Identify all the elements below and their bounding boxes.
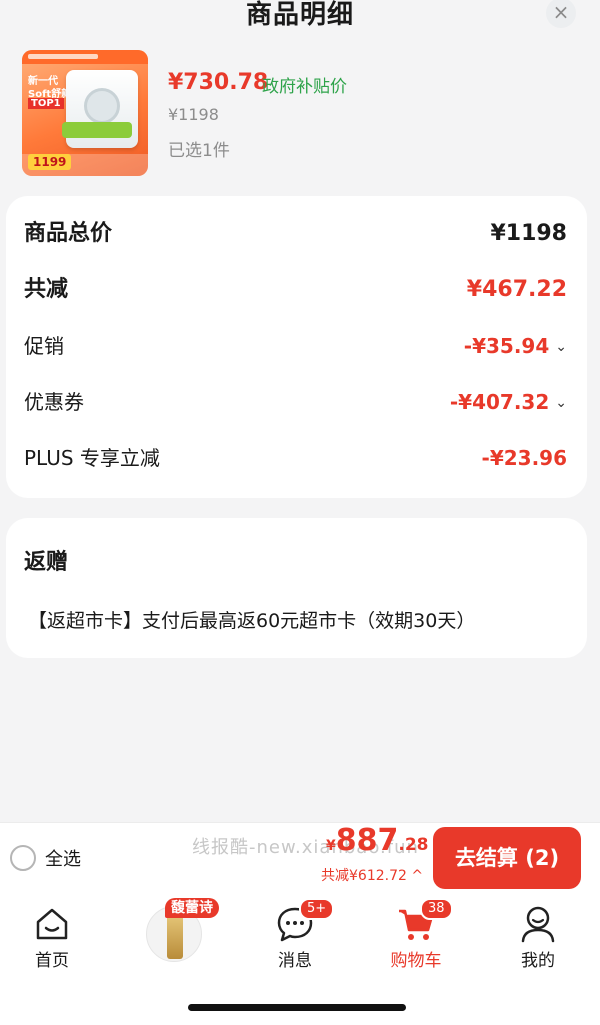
tab-messages-label: 消息 [278,951,312,971]
total-amount: ¥887.28 [326,823,429,858]
thumb-brand-line [28,54,98,59]
page-title: 商品明细 [245,0,354,30]
product-price-tag: 政府补贴价 [262,77,347,97]
select-all-label[interactable]: 全选 [45,845,81,871]
thumb-top-badge: TOP1 [28,98,64,109]
plus-label: PLUS 专享立减 [24,446,160,470]
promotion-value: -¥35.94 [463,334,550,358]
tab-home[interactable]: 首页 [12,904,92,984]
product-thumbnail[interactable]: 新一代 Soft舒新风 TOP1 1199 [22,50,148,176]
total-price-value: ¥1198 [490,221,567,246]
thumb-price-tag: 1199 [28,154,72,170]
messages-badge: 5+ [299,898,335,920]
promotion-row[interactable]: 促销 -¥35.94 ⌄ [24,328,567,364]
product-original-price: ¥1198 [168,105,219,124]
gift-card: 返赠 【返超市卡】支付后最高返60元超市卡（效期30天） [6,518,587,658]
cart-badge: 38 [420,898,453,920]
coupon-row[interactable]: 优惠券 -¥407.32 ⌄ [24,384,567,420]
home-indicator [188,1004,406,1011]
gift-title: 返赠 [24,550,69,575]
coupon-value-wrap: -¥407.32 ⌄ [450,384,567,421]
tab-messages[interactable]: 5+ 消息 [255,898,335,984]
total-price-label: 商品总价 [24,221,113,246]
tab-cart[interactable]: 38 购物车 [376,898,456,984]
checkout-button[interactable]: 去结算 (2) [433,827,581,889]
select-all-checkbox[interactable] [10,845,36,871]
close-icon: × [552,0,570,24]
gift-text: 【返超市卡】支付后最高返60元超市卡（效期30天） [28,610,476,632]
promotion-value-wrap: -¥35.94 ⌄ [464,328,567,365]
product-row: 新一代 Soft舒新风 TOP1 1199 ¥730.78 政府补贴价 ¥119… [22,50,582,178]
chevron-down-icon: ⌄ [555,339,567,355]
coupon-value: -¥407.32 [449,390,550,414]
chevron-down-icon: ⌄ [555,395,567,411]
user-icon [521,906,555,943]
checkout-bar: 全选 线报酷-new.xianbao.fun ¥887.28 共减¥612.72… [0,822,600,894]
total-price-row: 商品总价 ¥1198 [24,216,567,252]
tab-me[interactable]: 我的 [498,904,578,984]
plus-row: PLUS 专享立减 -¥23.96 [24,440,567,476]
price-detail-card: 商品总价 ¥1198 共减 ¥467.22 促销 -¥35.94 ⌄ 优惠券 -¥… [6,196,587,498]
product-bottle-icon [167,913,183,959]
thumb-greens [62,122,132,138]
amount-decimal: .28 [398,835,429,855]
amount-integer: 887 [335,823,399,858]
amount-currency: ¥ [326,838,336,854]
tab-home-label: 首页 [35,951,69,971]
product-quantity: 已选1件 [168,141,230,161]
sheet-header: 商品明细 × [0,0,600,38]
reduced-value: ¥467.22 [466,277,567,302]
reduced-row: 共减 ¥467.22 [24,272,567,308]
promo-badge: 馥蕾诗 [165,898,219,918]
thumb-fan [84,88,120,124]
reduced-label: 共减 [24,277,69,302]
promotion-label: 促销 [24,334,64,358]
product-price: ¥730.78 [168,70,269,95]
tab-cart-label: 购物车 [390,951,442,971]
home-icon [36,908,68,940]
coupon-label: 优惠券 [24,390,84,414]
plus-value: -¥23.96 [481,446,567,470]
tab-me-label: 我的 [521,951,555,971]
total-saved-toggle[interactable]: 共减¥612.72 ^ [321,865,423,885]
